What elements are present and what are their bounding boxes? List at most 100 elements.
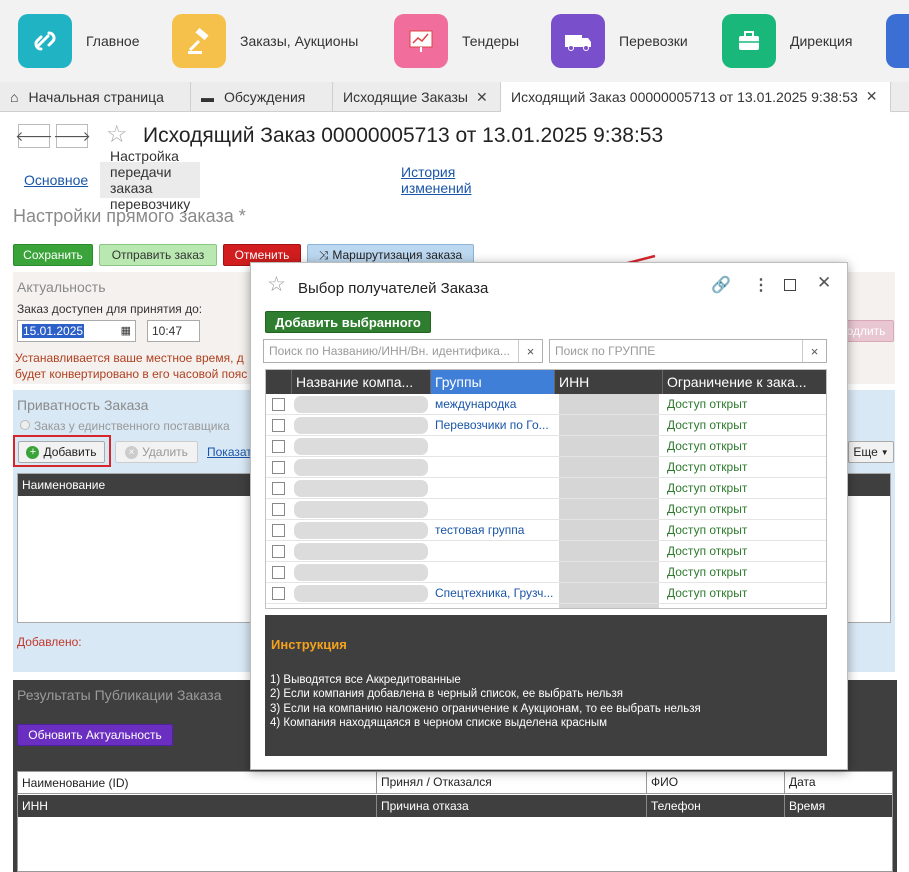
col-company-name[interactable]: Название компа... [292, 370, 431, 394]
row-checkbox[interactable] [272, 566, 285, 579]
table-row[interactable]: Доступ открыт [266, 541, 826, 562]
search-name-placeholder: Поиск по Названию/ИНН/Вн. идентифика... [269, 344, 510, 358]
company-redacted [294, 459, 428, 476]
search-group-input[interactable]: Поиск по ГРУППЕ × [549, 339, 827, 363]
instruction-line: 2) Если компания добавлена в черный спис… [270, 688, 623, 700]
section-main[interactable]: Главное [18, 14, 140, 68]
truck-icon [551, 14, 605, 68]
results-header-row-1: Наименование (ID) Принял / Отказался ФИО… [18, 772, 892, 794]
single-supplier-radio[interactable]: Заказ у единственного поставщика [20, 419, 230, 433]
company-redacted [294, 438, 428, 455]
table-row[interactable]: тестовая группа Доступ открыт [266, 520, 826, 541]
col-inn: ИНН [22, 799, 48, 813]
save-button[interactable]: Сохранить [13, 244, 93, 266]
instruction-line: 1) Выводятся все Аккредитованные [270, 674, 461, 686]
row-limit: Доступ открыт [667, 397, 748, 411]
col-limit[interactable]: Ограничение к зака... [663, 370, 826, 394]
delete-icon: × [125, 445, 139, 459]
col-inn[interactable]: ИНН [555, 370, 663, 394]
added-label: Добавлено: [17, 635, 82, 649]
tab-main[interactable]: Основное [24, 162, 88, 198]
link-icon[interactable]: 🔗 [711, 275, 731, 295]
tab-discussions[interactable]: ▬ Обсуждения [191, 82, 333, 112]
favorite-star-icon[interactable]: ☆ [267, 272, 286, 297]
available-label: Заказ доступен для принятия до: [17, 302, 203, 316]
row-checkbox[interactable] [272, 461, 285, 474]
arrow-left-icon: 🡐 [15, 127, 53, 144]
chart-icon [394, 14, 448, 68]
col-accepted: Принял / Отказался [376, 772, 496, 794]
section-direction-label: Дирекция [790, 33, 853, 49]
instruction-box: Инструкция 1) Выводятся все Аккредитован… [265, 615, 827, 756]
shuffle-icon: ⤨ [318, 247, 329, 262]
maximize-icon[interactable] [784, 279, 796, 291]
forward-button[interactable]: 🡒 [53, 124, 91, 148]
page-title: Исходящий Заказ 00000005713 от 13.01.202… [143, 124, 664, 147]
row-checkbox[interactable] [272, 587, 285, 600]
search-name-input[interactable]: Поиск по Названию/ИНН/Вн. идентифика... … [263, 339, 543, 363]
close-icon[interactable]: ✕ [817, 273, 831, 293]
table-row[interactable]: международка Доступ открыт [266, 394, 826, 415]
row-checkbox[interactable] [272, 440, 285, 453]
table-row[interactable]: Доступ открыт [266, 499, 826, 520]
clear-icon[interactable]: × [802, 340, 826, 362]
row-checkbox[interactable] [272, 482, 285, 495]
section-more[interactable] [886, 14, 909, 68]
company-redacted [294, 585, 428, 602]
row-limit: Доступ открыт [667, 439, 748, 453]
section-direction[interactable]: Дирекция [722, 14, 852, 68]
calendar-icon[interactable]: ▦ [121, 324, 131, 337]
close-icon[interactable]: ✕ [866, 88, 878, 105]
section-transport-label: Перевозки [619, 33, 688, 49]
time-field[interactable]: 10:47 [147, 320, 200, 342]
company-redacted [294, 501, 428, 518]
table-row[interactable]: Доступ открыт [266, 478, 826, 499]
favorite-star-icon[interactable]: ☆ [106, 120, 128, 149]
section-orders[interactable]: Заказы, Аукционы [172, 14, 358, 68]
refresh-button[interactable]: Обновить Актуальность [17, 724, 173, 746]
table-row[interactable]: Спецтехника, Грузч... Доступ открыт [266, 583, 826, 604]
row-group: международка [435, 397, 517, 411]
send-order-button[interactable]: Отправить заказ [99, 244, 217, 266]
row-limit: Доступ открыт [667, 460, 748, 474]
col-groups[interactable]: Группы [431, 370, 555, 394]
table-row[interactable]: Доступ открыт [266, 457, 826, 478]
clear-icon[interactable]: × [518, 340, 542, 362]
tab-home-label: Начальная страница [28, 89, 164, 105]
date-field[interactable]: 15.01.2025 ▦ [17, 320, 136, 342]
section-main-label: Главное [86, 33, 140, 49]
tab-outgoing-orders[interactable]: Исходящие Заказы ✕ [333, 82, 501, 112]
add-button[interactable]: + Добавить [18, 441, 105, 463]
more-button[interactable]: Еще ▼ [848, 441, 894, 463]
tab-carrier-settings[interactable]: Настройка передачи заказа перевозчику [100, 148, 201, 212]
gavel-icon [172, 14, 226, 68]
delete-button[interactable]: × Удалить [115, 441, 198, 463]
tab-current-order[interactable]: Исходящий Заказ 00000005713 от 13.01.202… [501, 82, 891, 113]
single-supplier-label: Заказ у единственного поставщика [34, 419, 230, 433]
back-button[interactable]: 🡐 [15, 124, 53, 148]
row-checkbox[interactable] [272, 524, 285, 537]
search-group-placeholder: Поиск по ГРУППЕ [555, 344, 656, 358]
plus-icon: + [26, 445, 40, 459]
more-vert-icon[interactable]: ⋮ [753, 275, 769, 295]
section-tenders[interactable]: Тендеры [394, 14, 519, 68]
col-fio: ФИО [646, 772, 682, 794]
date-value: 15.01.2025 [22, 324, 85, 338]
table-row[interactable]: Доступ открыт [266, 436, 826, 457]
row-checkbox[interactable] [272, 503, 285, 516]
company-redacted [294, 564, 428, 581]
chat-icon: ▬ [201, 89, 214, 105]
section-tenders-label: Тендеры [462, 33, 520, 49]
row-checkbox[interactable] [272, 419, 285, 432]
tab-history[interactable]: История изменений [401, 162, 472, 198]
row-group: тестовая группа [435, 523, 525, 537]
close-icon[interactable]: ✕ [476, 89, 488, 106]
tab-home[interactable]: ⌂ Начальная страница [0, 82, 191, 112]
table-row[interactable]: Доступ открыт [266, 562, 826, 583]
table-row[interactable]: Перевозчики по Го... Доступ открыт [266, 415, 826, 436]
show-link[interactable]: Показат [207, 445, 252, 459]
add-selected-button[interactable]: Добавить выбранного [265, 311, 431, 333]
row-checkbox[interactable] [272, 545, 285, 558]
row-checkbox[interactable] [272, 398, 285, 411]
section-transport[interactable]: Перевозки [551, 14, 688, 68]
